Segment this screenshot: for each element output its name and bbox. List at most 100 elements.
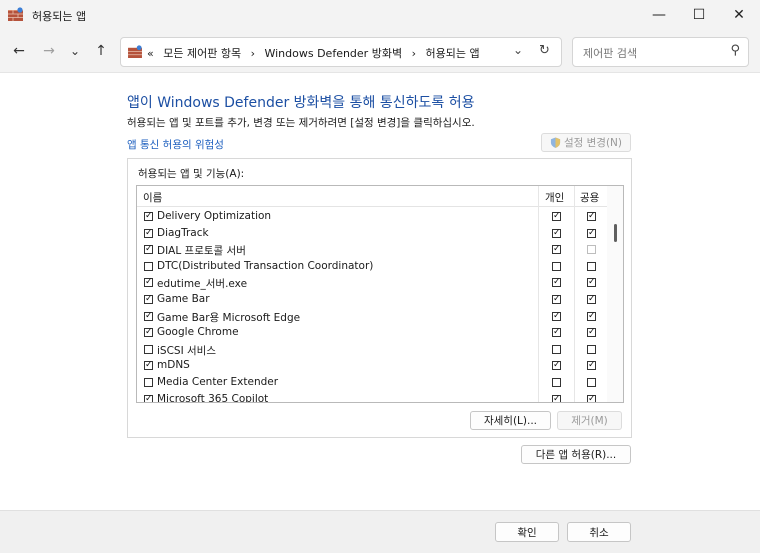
search-input[interactable]: 제어판 검색 (583, 45, 637, 61)
private-checkbox[interactable]: ✓ (552, 295, 561, 304)
group-label: 허용되는 앱 및 기능(A): (138, 168, 245, 180)
public-checkbox[interactable] (587, 378, 596, 387)
private-checkbox[interactable] (552, 344, 561, 354)
list-item[interactable]: ✓ Microsoft 365 Copilot ✓ ✓ (137, 391, 607, 403)
public-checkbox[interactable]: ✓ (587, 311, 596, 321)
app-enabled-checkbox[interactable]: ✓ (144, 295, 153, 304)
breadcrumb-all-control-panel[interactable]: 모든 제어판 항목 (163, 47, 241, 60)
shield-icon (550, 137, 561, 148)
refresh-icon[interactable]: ↻ (539, 43, 550, 58)
cancel-button[interactable]: 취소 (567, 522, 631, 542)
app-enabled-checkbox[interactable]: ✓ (144, 278, 153, 288)
public-checkbox[interactable] (587, 245, 596, 255)
public-checkbox[interactable]: ✓ (587, 228, 596, 238)
scrollbar-thumb[interactable] (614, 224, 617, 242)
public-checkbox[interactable]: ✓ (587, 295, 596, 304)
app-name: mDNS (157, 359, 190, 372)
app-enabled-checkbox[interactable]: ✓ (144, 212, 153, 221)
scrollbar[interactable] (607, 186, 623, 402)
change-settings-label: 설정 변경(N) (563, 137, 623, 149)
app-enabled-checkbox[interactable]: ✓ (144, 394, 153, 402)
app-name: Game Bar용 Microsoft Edge (157, 311, 301, 324)
public-checkbox[interactable]: ✓ (587, 361, 596, 371)
private-checkbox[interactable]: ✓ (552, 245, 561, 255)
list-item[interactable]: ✓ Game Bar용 Microsoft Edge ✓ ✓ (137, 308, 607, 325)
list-item[interactable]: ✓ Game Bar ✓ ✓ (137, 291, 607, 308)
app-enabled-checkbox[interactable]: ✓ (144, 328, 153, 338)
back-icon[interactable]: ← (8, 40, 30, 62)
list-item[interactable]: Media Center Extender (137, 374, 607, 391)
public-checkbox[interactable]: ✓ (587, 394, 596, 402)
app-name: iSCSI 서비스 (157, 344, 216, 357)
details-button[interactable]: 자세히(L)... (470, 411, 551, 430)
public-checkbox[interactable]: ✓ (587, 278, 596, 288)
app-enabled-checkbox[interactable]: ✓ (144, 228, 153, 238)
private-checkbox[interactable] (552, 261, 561, 271)
private-checkbox[interactable]: ✓ (552, 228, 561, 238)
up-icon[interactable]: ↑ (90, 40, 112, 62)
list-item[interactable]: ✓ edutime_서버.exe ✓ ✓ (137, 274, 607, 291)
app-enabled-checkbox[interactable]: ✓ (144, 311, 153, 321)
address-dropdown-icon[interactable]: ⌄ (513, 43, 523, 57)
app-name: Delivery Optimization (157, 210, 272, 222)
private-checkbox[interactable]: ✓ (552, 361, 561, 371)
app-name: DiagTrack (157, 226, 209, 239)
recent-locations-icon[interactable]: ⌄ (64, 40, 86, 62)
search-box[interactable]: 제어판 검색 ⚲ (572, 37, 749, 67)
app-name: Game Bar (157, 293, 210, 305)
private-checkbox[interactable]: ✓ (552, 311, 561, 321)
private-checkbox[interactable]: ✓ (552, 212, 561, 221)
list-item[interactable]: iSCSI 서비스 (137, 341, 607, 358)
list-item[interactable]: ✓ DIAL 프로토콜 서버 ✓ (137, 241, 607, 258)
breadcrumb: « 모든 제어판 항목 › Windows Defender 방화벽 › 허용되… (147, 45, 486, 61)
app-name: Google Chrome (157, 326, 239, 339)
forward-icon[interactable]: → (38, 40, 60, 62)
breadcrumb-allowed-apps[interactable]: 허용되는 앱 (425, 47, 479, 60)
change-settings-button[interactable]: 설정 변경(N) (541, 133, 631, 152)
column-private[interactable]: 개인 (545, 190, 564, 205)
page-title: 앱이 Windows Defender 방화벽을 통해 통신하도록 허용 (127, 95, 475, 111)
firewall-icon (8, 7, 23, 21)
ok-button[interactable]: 확인 (495, 522, 559, 542)
dialog-footer: 확인 취소 (0, 510, 760, 553)
app-name: Media Center Extender (157, 376, 279, 388)
control-panel-icon (128, 45, 142, 58)
app-enabled-checkbox[interactable] (144, 378, 153, 387)
allow-other-app-button[interactable]: 다른 앱 허용(R)... (521, 445, 631, 464)
breadcrumb-overflow[interactable]: « (147, 47, 154, 60)
app-enabled-checkbox[interactable] (144, 261, 153, 271)
breadcrumb-separator: › (411, 47, 416, 60)
public-checkbox[interactable] (587, 261, 596, 271)
app-enabled-checkbox[interactable] (144, 344, 153, 354)
public-checkbox[interactable] (587, 344, 596, 354)
window-title: 허용되는 앱 (32, 10, 87, 23)
app-enabled-checkbox[interactable]: ✓ (144, 361, 153, 371)
title-bar: 허용되는 앱 — ☐ ✕ (0, 0, 760, 30)
list-item[interactable]: ✓ DiagTrack ✓ ✓ (137, 225, 607, 242)
list-item[interactable]: DTC(Distributed Transaction Coordinator) (137, 258, 607, 275)
column-public[interactable]: 공용 (580, 190, 599, 205)
apps-list[interactable]: 이름 개인 공용 ✓ Delivery Optimization ✓ ✓ ✓ DiagTr… (136, 185, 624, 403)
app-enabled-checkbox[interactable]: ✓ (144, 245, 153, 255)
private-checkbox[interactable]: ✓ (552, 394, 561, 402)
app-name: Microsoft 365 Copilot (157, 392, 269, 403)
page-description: 허용되는 앱 및 포트를 추가, 변경 또는 제거하려면 [설정 변경]을 클릭… (127, 117, 475, 129)
private-checkbox[interactable]: ✓ (552, 278, 561, 288)
private-checkbox[interactable] (552, 378, 561, 387)
breadcrumb-separator: › (250, 47, 255, 60)
app-name: DIAL 프로토콜 서버 (157, 245, 246, 258)
address-bar[interactable]: « 모든 제어판 항목 › Windows Defender 방화벽 › 허용되… (120, 37, 562, 67)
private-checkbox[interactable]: ✓ (552, 328, 561, 338)
close-button[interactable]: ✕ (716, 0, 760, 30)
public-checkbox[interactable]: ✓ (587, 212, 596, 221)
public-checkbox[interactable]: ✓ (587, 328, 596, 338)
breadcrumb-defender-firewall[interactable]: Windows Defender 방화벽 (264, 47, 402, 60)
navigation-bar: ← → ⌄ ↑ « 모든 제어판 항목 › Windows Defender 방… (0, 30, 760, 73)
risk-link[interactable]: 앱 통신 허용의 위험성 (127, 137, 224, 152)
search-icon[interactable]: ⚲ (730, 43, 740, 58)
column-name[interactable]: 이름 (143, 190, 162, 205)
list-item[interactable]: ✓ Google Chrome ✓ ✓ (137, 324, 607, 341)
list-item[interactable]: ✓ mDNS ✓ ✓ (137, 357, 607, 374)
list-item[interactable]: ✓ Delivery Optimization ✓ ✓ (137, 208, 607, 225)
remove-button[interactable]: 제거(M) (557, 411, 622, 430)
